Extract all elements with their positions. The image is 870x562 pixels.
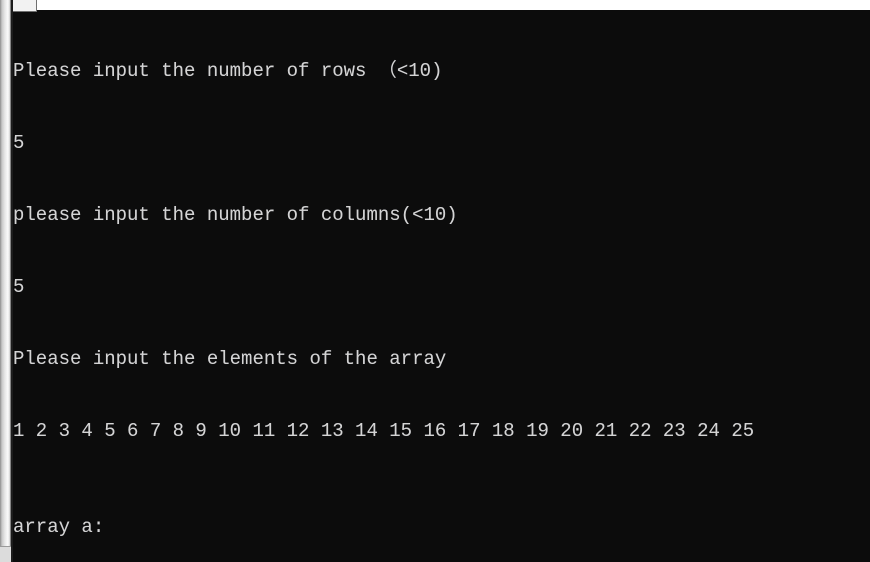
console-window[interactable]: ud Please input the number of rows （<10)…: [0, 0, 870, 562]
line-prompt-rows: Please input the number of rows （<10): [13, 60, 443, 82]
console-output-area[interactable]: Please input the number of rows （<10) 5 …: [13, 11, 870, 562]
line-input-rows: 5: [13, 132, 25, 154]
line-prompt-elements: Please input the elements of the array: [13, 348, 447, 370]
label-array-a: array a:: [13, 516, 105, 538]
line-prompt-columns: please input the number of columns(<10): [13, 204, 458, 226]
titlebar-strip: [37, 0, 870, 10]
line-input-elements: 1 2 3 4 5 6 7 8 9 10 11 12 13 14 15 16 1…: [13, 420, 755, 442]
window-left-edge-lower: [0, 546, 11, 562]
window-left-edge: [0, 0, 11, 546]
line-input-columns: 5: [13, 276, 25, 298]
